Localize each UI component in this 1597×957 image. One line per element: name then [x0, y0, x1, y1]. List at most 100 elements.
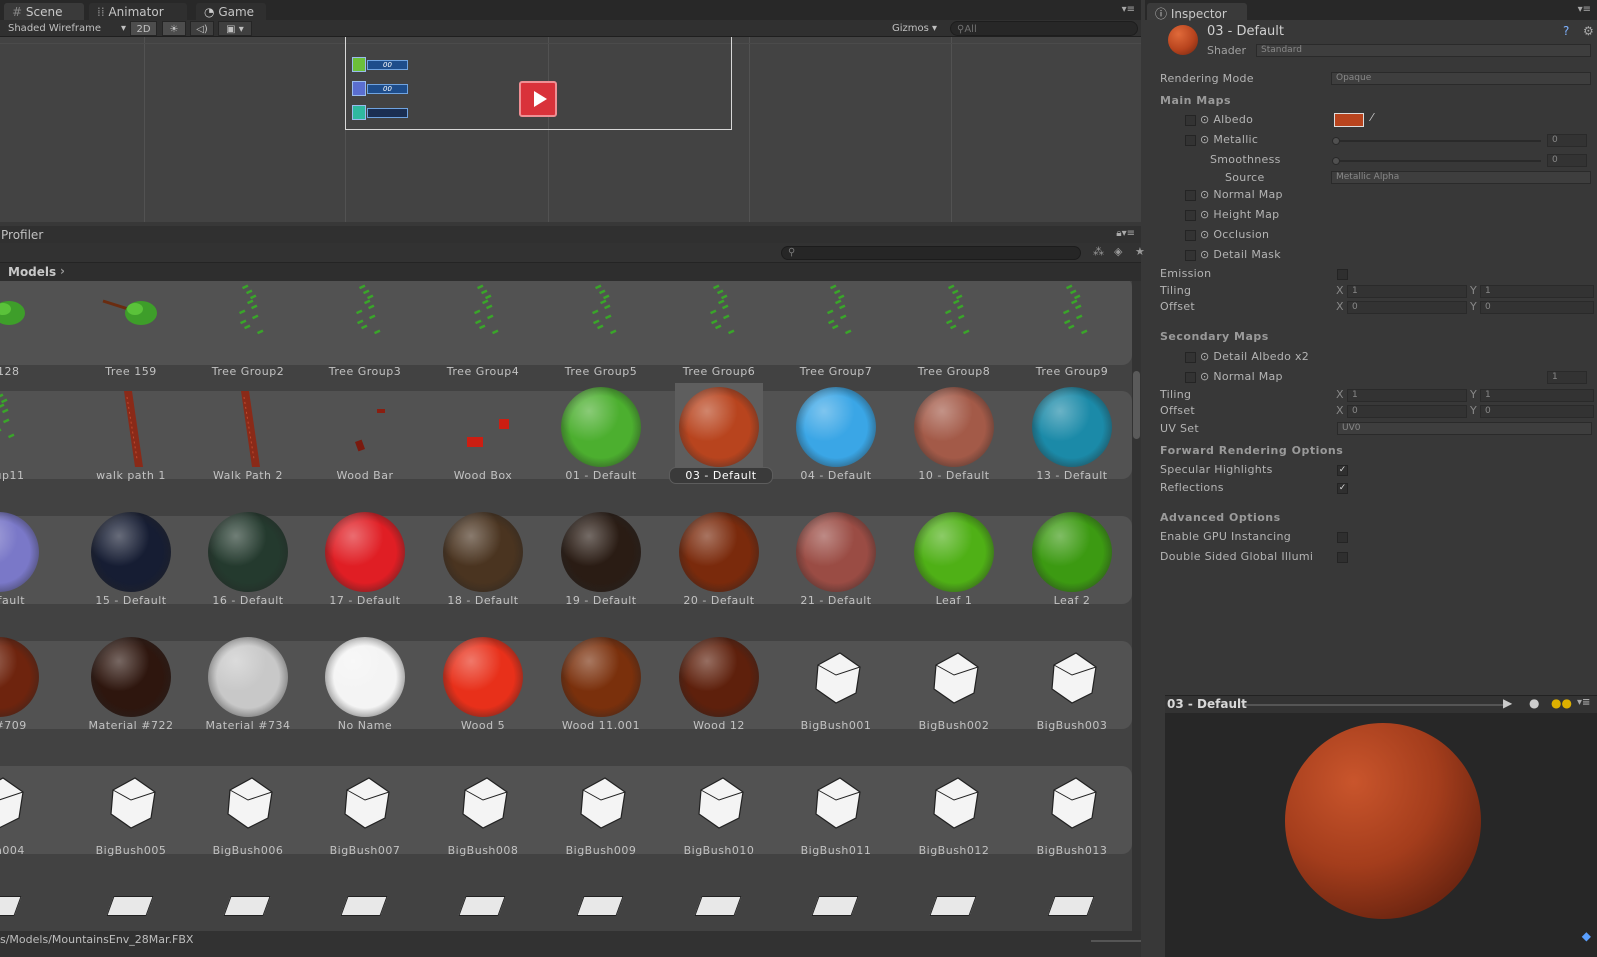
offset-y-field[interactable]: 0	[1480, 301, 1594, 314]
asset-item[interactable]: BigBush010	[660, 759, 778, 882]
asset-item[interactable]: 13 - Default	[1013, 384, 1131, 507]
sphere-icon[interactable]: ●	[1529, 696, 1539, 710]
ui-element[interactable]: 00	[352, 57, 410, 72]
asset-item[interactable]: Wood 11.001	[542, 634, 660, 757]
menu-icon[interactable]: ▾≡	[1577, 697, 1590, 708]
tiling-x-field[interactable]: 1	[1347, 285, 1467, 298]
scene-search-input[interactable]: ⚲All	[950, 21, 1138, 36]
sec-tiling-y-field[interactable]: 1	[1480, 389, 1594, 402]
asset-item[interactable]: 20 - Default	[660, 509, 778, 632]
ui-element[interactable]	[352, 105, 410, 120]
texture-slot[interactable]	[1185, 230, 1196, 241]
asset-item[interactable]: BigBush013	[1013, 759, 1131, 882]
lock-icon[interactable]: ▾≡	[1578, 4, 1591, 15]
thumbnail-size-slider[interactable]	[1091, 940, 1141, 942]
filter-type-icon[interactable]: ⁂	[1093, 245, 1104, 258]
project-search-input[interactable]: ⚲	[781, 246, 1081, 260]
asset-item[interactable]: 16 - Default	[189, 509, 307, 632]
asset-item[interactable]: BigBush001	[777, 634, 895, 757]
help-icon[interactable]: ?	[1563, 24, 1569, 38]
tab-animator[interactable]: ⁞⁞ Animator	[89, 3, 187, 20]
texture-slot[interactable]	[1185, 210, 1196, 221]
scrollbar-thumb[interactable]	[1133, 371, 1140, 439]
asset-item[interactable]: - Default	[0, 509, 58, 632]
gizmos-dropdown[interactable]: Gizmos ▾	[892, 21, 942, 36]
asset-item[interactable]: 18 - Default	[424, 509, 542, 632]
texture-slot[interactable]	[1185, 190, 1196, 201]
asset-item[interactable]: 21 - Default	[777, 509, 895, 632]
gpu-instancing-checkbox[interactable]	[1337, 532, 1348, 543]
asset-item[interactable]: Material #734	[189, 634, 307, 757]
asset-item[interactable]: rial #709	[0, 634, 58, 757]
asset-scrollbar[interactable]	[1132, 281, 1141, 931]
sec-tiling-x-field[interactable]: 1	[1347, 389, 1467, 402]
emission-checkbox[interactable]	[1337, 269, 1348, 280]
texture-slot[interactable]	[1185, 372, 1196, 383]
asset-item[interactable]: Wood 12	[660, 634, 778, 757]
lights-icon[interactable]: ●●	[1551, 696, 1572, 710]
albedo-color-swatch[interactable]	[1334, 113, 1364, 127]
asset-item[interactable]: 15 - Default	[72, 509, 190, 632]
eyedropper-icon[interactable]: ⁄	[1371, 111, 1373, 124]
star-icon[interactable]: ★	[1135, 245, 1145, 258]
asset-item[interactable]: 04 - Default	[777, 384, 895, 507]
asset-item[interactable]: walk path 1	[72, 384, 190, 507]
sec-offset-x-field[interactable]: 0	[1347, 405, 1467, 418]
tab-game[interactable]: ◔ Game	[196, 3, 266, 20]
2d-toggle[interactable]: 2D	[130, 21, 157, 36]
reflections-checkbox[interactable]: ✓	[1337, 483, 1348, 494]
shader-dropdown[interactable]: Standard	[1256, 44, 1591, 57]
asset-item[interactable]: Bush004	[0, 759, 58, 882]
scene-view[interactable]: 00 00	[0, 37, 1141, 222]
asset-item[interactable]: Wood Bar	[306, 384, 424, 507]
asset-item[interactable]: 01 - Default	[542, 384, 660, 507]
asset-item[interactable]: Walk Path 2	[189, 384, 307, 507]
sec-normal-scale[interactable]: 1	[1547, 371, 1587, 384]
audio-toggle[interactable]: ◁)	[190, 21, 214, 36]
asset-item[interactable]: Leaf 1	[895, 509, 1013, 632]
metallic-slider[interactable]	[1334, 140, 1541, 142]
asset-item[interactable]: BigBush011	[777, 759, 895, 882]
asset-item[interactable]: BigBush003	[1013, 634, 1131, 757]
texture-slot[interactable]	[1185, 115, 1196, 126]
asset-item[interactable]: Leaf 2	[1013, 509, 1131, 632]
asset-item[interactable]: Group11	[0, 384, 58, 507]
sec-offset-y-field[interactable]: 0	[1480, 405, 1594, 418]
metallic-value[interactable]: 0	[1547, 134, 1587, 147]
metallic-slider-knob[interactable]	[1332, 137, 1340, 145]
lighting-toggle[interactable]: ☀	[162, 21, 186, 36]
texture-slot[interactable]	[1185, 135, 1196, 146]
smoothness-slider[interactable]	[1334, 160, 1541, 162]
shading-mode-dropdown[interactable]: Shaded Wireframe ▾	[8, 21, 126, 36]
asset-item[interactable]: Material #722	[72, 634, 190, 757]
asset-item[interactable]: 10 - Default	[895, 384, 1013, 507]
asset-item[interactable]: BigBush012	[895, 759, 1013, 882]
rendering-mode-dropdown[interactable]: Opaque	[1331, 72, 1591, 85]
ui-element[interactable]: 00	[352, 81, 410, 96]
specular-checkbox[interactable]: ✓	[1337, 465, 1348, 476]
tiling-y-field[interactable]: 1	[1480, 285, 1594, 298]
asset-item[interactable]: BigBush008	[424, 759, 542, 882]
texture-slot[interactable]	[1185, 352, 1196, 363]
asset-item[interactable]: Wood 5	[424, 634, 542, 757]
play-icon[interactable]: ▶	[1503, 696, 1512, 710]
breadcrumb-models[interactable]: Models	[8, 265, 56, 279]
smoothness-slider-knob[interactable]	[1332, 157, 1340, 165]
material-preview[interactable]: ◆	[1165, 713, 1597, 957]
uv-set-dropdown[interactable]: UV0	[1337, 422, 1592, 435]
tag-icon[interactable]: ◆	[1582, 929, 1591, 943]
asset-item[interactable]: BigBush009	[542, 759, 660, 882]
gear-icon[interactable]: ⚙	[1583, 24, 1594, 38]
asset-item[interactable]: No Name	[306, 634, 424, 757]
asset-item[interactable]: Wood Box	[424, 384, 542, 507]
texture-slot[interactable]	[1185, 250, 1196, 261]
source-dropdown[interactable]: Metallic Alpha	[1331, 171, 1591, 184]
asset-item[interactable]: BigBush007	[306, 759, 424, 882]
asset-item[interactable]: 03 - Default	[660, 383, 778, 507]
asset-item[interactable]: BigBush005	[72, 759, 190, 882]
smoothness-value[interactable]: 0	[1547, 154, 1587, 167]
double-sided-gi-checkbox[interactable]	[1337, 552, 1348, 563]
profiler-title[interactable]: Profiler	[1, 228, 43, 242]
play-button-sprite[interactable]	[519, 81, 557, 117]
offset-x-field[interactable]: 0	[1347, 301, 1467, 314]
